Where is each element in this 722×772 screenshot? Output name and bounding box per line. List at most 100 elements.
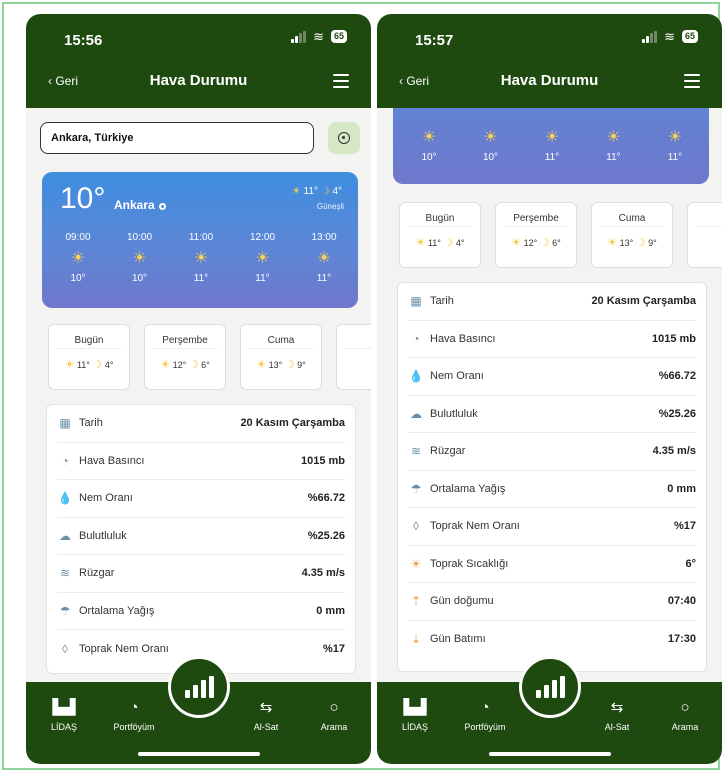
sun-icon: ☀ bbox=[606, 129, 621, 146]
detail-value: 4.35 m/s bbox=[301, 567, 345, 580]
home-fab-button[interactable] bbox=[519, 656, 581, 718]
pressure-gauge-icon: ◔ bbox=[412, 331, 420, 346]
buildings-icon: ▙▟ bbox=[403, 699, 427, 716]
detail-label: Tarih bbox=[79, 417, 103, 430]
detail-row: ◊ Toprak Nem Oranı %17 bbox=[408, 508, 696, 546]
status-time: 15:56 bbox=[64, 32, 103, 49]
day-card[interactable]: Perşembe ☀ 12° ☽ 6° bbox=[495, 202, 577, 268]
nav-trade[interactable]: ⇆ Al-Sat bbox=[236, 698, 296, 732]
nav-lidas[interactable]: ▙▟ LİDAŞ bbox=[34, 698, 94, 732]
detail-row: ◔ Hava Basıncı 1015 mb bbox=[57, 443, 345, 480]
day-card[interactable]: Perşembe ☀ 12° ☽ 6° bbox=[144, 324, 226, 390]
hourly-item: 09:00 ☀ 10° bbox=[56, 232, 100, 284]
status-icons: ≋ 65 bbox=[642, 30, 698, 43]
nav-label: Al-Sat bbox=[253, 722, 279, 732]
moon-icon: ☽ bbox=[92, 359, 103, 371]
detail-value: 17:30 bbox=[667, 633, 696, 646]
detail-row: ⇡ Gün doğumu 07:40 bbox=[408, 583, 696, 621]
nav-lidas[interactable]: ▙▟ LİDAŞ bbox=[385, 698, 445, 732]
daily-forecast[interactable]: Bugün ☀ 11° ☽ 4° Perşembe ☀ 12° ☽ 6° Cuma ☀… bbox=[399, 202, 722, 272]
detail-value: 1015 mb bbox=[300, 454, 345, 467]
bottom-navigation: ▙▟ LİDAŞ ◔ Portföyüm ⇆ Al-Sat ○ Arama bbox=[377, 656, 722, 764]
signal-icon bbox=[291, 30, 307, 43]
hour-temp: 11° bbox=[667, 152, 683, 163]
nav-trade[interactable]: ⇆ Al-Sat bbox=[587, 698, 647, 732]
sun-icon: ☀ bbox=[544, 129, 560, 146]
detail-row: ▦ Tarih 20 Kasım Çarşamba bbox=[57, 405, 345, 443]
location-pin-icon bbox=[158, 203, 166, 210]
swap-arrows-icon: ⇆ bbox=[610, 699, 624, 716]
day-card[interactable]: Cuma ☀ 13° ☽ 9° bbox=[240, 324, 322, 390]
day-name: Bugün bbox=[57, 325, 121, 349]
sun-icon: ☀ bbox=[291, 186, 301, 197]
day-temps: ☀ 12° ☽ 6° bbox=[496, 227, 576, 249]
day-high: 12° bbox=[172, 360, 187, 370]
hamburger-menu-icon[interactable] bbox=[684, 74, 700, 92]
home-fab-button[interactable] bbox=[168, 656, 230, 718]
hour-temp: 10° bbox=[482, 152, 499, 163]
nav-label: Al-Sat bbox=[604, 722, 630, 732]
detail-label: Nem Oranı bbox=[79, 492, 133, 505]
search-icon: ○ bbox=[329, 699, 339, 716]
day-temps: ☀ 13° ☽ 9° bbox=[592, 227, 672, 249]
pie-chart-icon: ◔ bbox=[480, 699, 490, 716]
detail-value: %17 bbox=[322, 642, 345, 655]
detail-label: Gün Batımı bbox=[430, 633, 486, 646]
hourly-item: ☀ 11° bbox=[592, 122, 636, 163]
day-card[interactable]: Bugün ☀ 11° ☽ 4° bbox=[48, 324, 130, 390]
day-temps: ☀ 11° ☽ 4° bbox=[49, 349, 129, 371]
day-low: 9° bbox=[297, 360, 306, 370]
detail-label: Toprak Sıcaklığı bbox=[430, 557, 509, 570]
hourly-item: 10:00 ☀ 10° bbox=[118, 232, 162, 284]
nav-search[interactable]: ○ Arama bbox=[304, 698, 364, 732]
detail-label: Bulutluluk bbox=[79, 529, 127, 542]
detail-row: 💧 Nem Oranı %66.72 bbox=[57, 480, 345, 518]
moon-icon: ☽ bbox=[635, 237, 646, 249]
day-high: 11° bbox=[76, 360, 90, 370]
home-indicator bbox=[489, 752, 611, 756]
location-search-input[interactable]: Ankara, Türkiye bbox=[40, 122, 314, 154]
day-card[interactable]: Cuma ☀ 13° ☽ 9° bbox=[591, 202, 673, 268]
wifi-icon: ≋ bbox=[313, 28, 324, 44]
hourly-item: ☀ 11° bbox=[653, 122, 697, 163]
detail-label: Nem Oranı bbox=[430, 370, 484, 383]
nav-portfolio[interactable]: ◔ Portföyüm bbox=[455, 698, 515, 732]
low-temp: 4° bbox=[332, 186, 342, 197]
detail-value: %17 bbox=[673, 520, 696, 533]
nav-label: Portföyüm bbox=[464, 722, 506, 732]
moon-icon: ☽ bbox=[284, 359, 295, 371]
detail-row: ☀ Toprak Sıcaklığı 6° bbox=[408, 546, 696, 583]
high-temp: 11° bbox=[303, 186, 318, 197]
status-icons: ≋ 65 bbox=[291, 30, 347, 43]
day-low: 4° bbox=[104, 360, 114, 370]
day-card[interactable]: Bugün ☀ 11° ☽ 4° bbox=[399, 202, 481, 268]
current-temperature: 10° bbox=[60, 182, 106, 215]
detail-label: Rüzgar bbox=[79, 567, 115, 580]
detail-row: ☁ Bulutluluk %25.26 bbox=[408, 396, 696, 433]
hourly-item: ☀ 10° bbox=[407, 122, 451, 163]
detail-label: Toprak Nem Oranı bbox=[79, 642, 169, 655]
day-name: Cuma bbox=[249, 325, 313, 349]
sun-icon: ☀ bbox=[255, 250, 270, 267]
nav-portfolio[interactable]: ◔ Portföyüm bbox=[104, 698, 164, 732]
nav-label: Portföyüm bbox=[113, 722, 155, 732]
cloud-icon: ☁ bbox=[59, 528, 71, 543]
sunrise-icon: ⇡ bbox=[410, 594, 422, 609]
wind-icon: ≋ bbox=[59, 566, 71, 581]
day-card-partial[interactable]: ☀ bbox=[687, 202, 722, 268]
day-card-partial[interactable]: ☀ bbox=[336, 324, 371, 390]
nav-search[interactable]: ○ Arama bbox=[655, 698, 715, 732]
detail-label: Toprak Nem Oranı bbox=[430, 520, 520, 533]
location-search-row: Ankara, Türkiye bbox=[40, 122, 360, 156]
growth-bars-icon bbox=[184, 676, 214, 698]
app-header: 15:57 ≋ 65 ‹ Geri Hava Durumu bbox=[377, 14, 722, 108]
detail-value: 0 mm bbox=[667, 482, 696, 495]
current-location-button[interactable] bbox=[328, 122, 360, 154]
daily-forecast[interactable]: Bugün ☀ 11° ☽ 4° Perşembe ☀ 12° ☽ 6° Cuma ☀… bbox=[48, 324, 371, 394]
day-name: Cuma bbox=[600, 203, 664, 227]
hamburger-menu-icon[interactable] bbox=[333, 74, 349, 92]
day-low: 6° bbox=[552, 238, 561, 248]
moon-icon: ☽ bbox=[539, 237, 550, 249]
rain-cloud-icon: ☂ bbox=[59, 603, 71, 618]
soil-moisture-icon: ◊ bbox=[413, 519, 419, 534]
